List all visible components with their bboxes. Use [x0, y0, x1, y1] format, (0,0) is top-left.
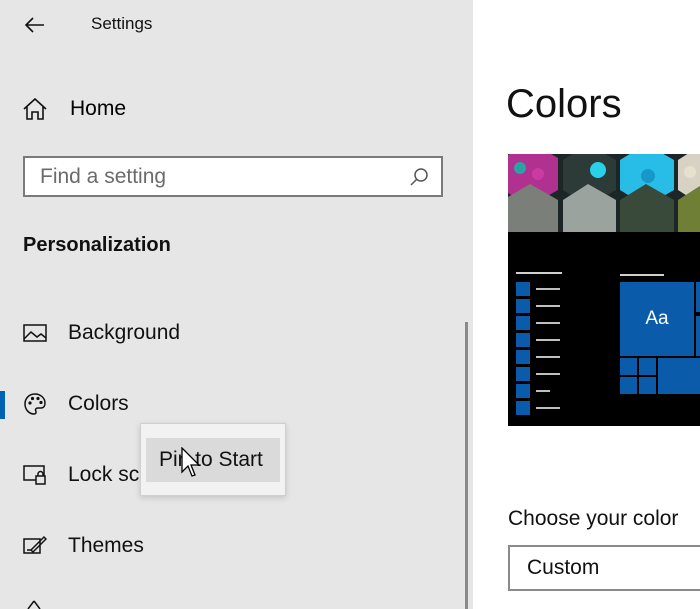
- back-arrow-icon: [25, 17, 44, 33]
- menu-item-label: Pin to Start: [159, 448, 263, 471]
- wallpaper-preview: [508, 154, 700, 232]
- sidebar: Settings Home Personalization Background: [0, 0, 473, 609]
- palette-icon: [22, 391, 48, 417]
- sidebar-scrollbar[interactable]: [465, 322, 468, 609]
- section-heading: Personalization: [23, 234, 171, 256]
- lock-screen-icon: [22, 462, 48, 488]
- preview-tile-label: Aa: [645, 308, 669, 329]
- selection-indicator: [0, 391, 5, 419]
- themes-icon: [22, 533, 48, 559]
- choose-color-label: Choose your color: [508, 507, 679, 530]
- sidebar-item-label: Colors: [68, 392, 129, 415]
- sidebar-item-label: Lock sc: [68, 463, 140, 486]
- color-mode-dropdown[interactable]: Custom: [508, 545, 700, 591]
- home-link[interactable]: Home: [22, 92, 126, 126]
- picture-icon: [22, 320, 48, 346]
- search-icon[interactable]: [405, 163, 433, 191]
- sidebar-item-label: Background: [68, 321, 181, 344]
- color-mode-value: Custom: [527, 556, 600, 579]
- page-title: Colors: [506, 82, 622, 126]
- sidebar-item-themes[interactable]: Themes: [0, 526, 460, 566]
- theme-preview: Aa: [508, 154, 700, 426]
- sidebar-item-label: Themes: [68, 534, 144, 557]
- pin-to-start-menu-item[interactable]: Pin to Start: [146, 438, 280, 482]
- back-button[interactable]: [20, 10, 50, 40]
- more-item-icon: [27, 600, 41, 609]
- sidebar-item-background[interactable]: Background: [0, 313, 460, 353]
- home-icon: [23, 97, 47, 120]
- search-input[interactable]: [25, 163, 405, 190]
- search-box[interactable]: [23, 156, 443, 197]
- context-menu: Pin to Start: [140, 423, 286, 496]
- window-title: Settings: [91, 14, 153, 33]
- sidebar-item-colors[interactable]: Colors: [0, 384, 460, 424]
- home-label: Home: [70, 97, 127, 120]
